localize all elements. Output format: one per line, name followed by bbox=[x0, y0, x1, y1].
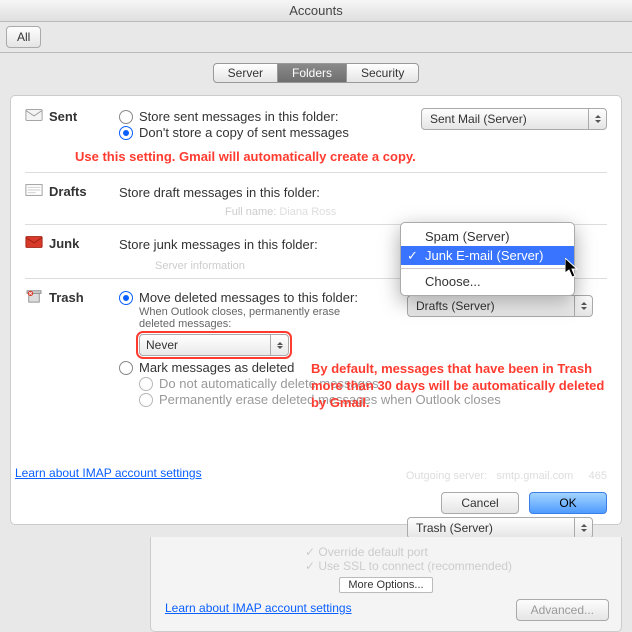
junk-icon bbox=[25, 235, 43, 249]
sent-dontstore-text: Don't store a copy of sent messages bbox=[139, 125, 349, 140]
trash-schedule-select[interactable]: Never bbox=[139, 334, 289, 356]
trash-mark-text: Mark messages as deleted bbox=[139, 360, 294, 375]
show-all-button[interactable]: All bbox=[6, 26, 41, 48]
junk-folder-menu: Spam (Server) Junk E-mail (Server) Choos… bbox=[400, 222, 575, 296]
folders-panel: Sent Store sent messages in this folder:… bbox=[10, 95, 622, 525]
trash-folder-select[interactable]: Trash (Server) bbox=[407, 517, 593, 539]
sent-icon bbox=[25, 108, 43, 122]
drafts-icon bbox=[25, 183, 43, 197]
trash-mark-sub2-radio[interactable] bbox=[139, 393, 153, 407]
junk-menu-spam[interactable]: Spam (Server) bbox=[401, 227, 574, 246]
trash-icon bbox=[25, 289, 43, 303]
junk-menu-junkemail[interactable]: Junk E-mail (Server) bbox=[401, 246, 574, 265]
drafts-text: Store draft messages in this folder: bbox=[119, 183, 607, 200]
tab-security[interactable]: Security bbox=[347, 64, 418, 82]
trash-move-text: Move deleted messages to this folder: bbox=[139, 290, 358, 305]
trash-move-radio[interactable] bbox=[119, 291, 133, 305]
tab-server[interactable]: Server bbox=[214, 64, 278, 82]
trash-mark-sub1-radio[interactable] bbox=[139, 377, 153, 391]
imap-link[interactable]: Learn about IMAP account settings bbox=[15, 466, 202, 480]
more-options-button[interactable]: More Options... bbox=[339, 577, 432, 593]
junk-menu-choose[interactable]: Choose... bbox=[401, 272, 574, 291]
tab-bar: Server Folders Security bbox=[0, 53, 632, 83]
window-title: Accounts bbox=[0, 0, 632, 22]
sent-store-radio[interactable] bbox=[119, 110, 133, 124]
trash-mark-radio[interactable] bbox=[119, 361, 133, 375]
trash-label: Trash bbox=[49, 289, 119, 305]
advanced-button[interactable]: Advanced... bbox=[516, 599, 609, 621]
background-panel: ✓ Override default port ✓ Use SSL to con… bbox=[150, 537, 622, 632]
cancel-button[interactable]: Cancel bbox=[441, 492, 519, 514]
mouse-cursor bbox=[565, 258, 581, 278]
sent-dontstore-radio[interactable] bbox=[119, 126, 133, 140]
drafts-label: Drafts bbox=[49, 183, 119, 199]
sent-label: Sent bbox=[49, 108, 119, 124]
bg-outgoing: Outgoing server: smtp.gmail.com 465 bbox=[406, 470, 607, 482]
sent-folder-select[interactable]: Sent Mail (Server) bbox=[421, 108, 607, 130]
bg-fullname: Full name: Diana Ross bbox=[225, 206, 607, 218]
tab-folders[interactable]: Folders bbox=[278, 64, 347, 82]
annotation-trash: By default, messages that have been in T… bbox=[311, 361, 611, 412]
sent-store-text: Store sent messages in this folder: bbox=[139, 109, 338, 124]
toolbar: All bbox=[0, 22, 632, 52]
imap-link-bottom[interactable]: Learn about IMAP account settings bbox=[165, 601, 352, 615]
ok-button[interactable]: OK bbox=[529, 492, 607, 514]
annotation-sent: Use this setting. Gmail will automatical… bbox=[75, 149, 607, 164]
junk-label: Junk bbox=[49, 235, 119, 251]
trash-erase-note: When Outlook closes, permanently erase d… bbox=[139, 306, 359, 330]
